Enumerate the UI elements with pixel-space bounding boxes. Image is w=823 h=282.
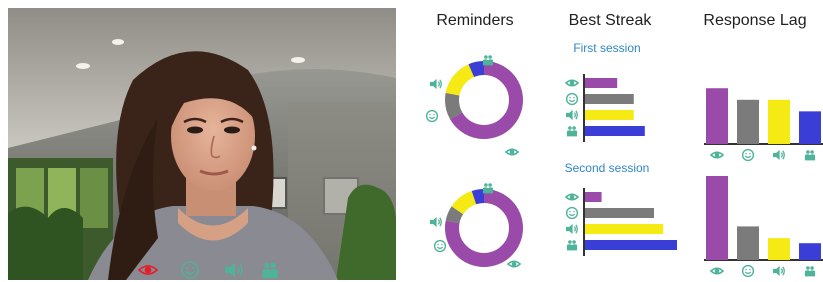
overlay-icons-svg [137, 261, 278, 279]
bar-group [585, 240, 677, 250]
speaker-icon [225, 262, 243, 278]
best-streak-first-bars [564, 74, 645, 142]
eye-icon [506, 260, 522, 268]
eye-icon [137, 265, 159, 275]
group-icon [566, 240, 578, 251]
response-lag-first-chart [698, 72, 823, 164]
bar-smile [585, 208, 654, 218]
response-lag-first-bars [704, 88, 823, 162]
reminders-title: Reminders [436, 12, 514, 29]
bar-eye [585, 78, 618, 88]
speaker-icon [773, 265, 785, 277]
group-icon [566, 126, 578, 137]
eye-icon [709, 151, 725, 159]
eye-icon [564, 193, 580, 201]
smile-icon [425, 109, 439, 123]
speaker-icon [430, 78, 442, 90]
smile-icon [181, 261, 199, 279]
eye-icon [564, 79, 580, 87]
group-icon [804, 150, 816, 161]
response-lag-second-bars [704, 176, 823, 278]
best-streak-second-bars [564, 188, 677, 256]
smile-icon [433, 239, 447, 253]
dashboard: Reminders Best Streak Response Lag First… [400, 0, 823, 282]
video-feed [8, 8, 396, 280]
bar-eye [585, 192, 602, 202]
video-overlay-icons [8, 256, 396, 280]
smile-icon [741, 264, 755, 278]
eye-icon [709, 267, 725, 275]
response-lag-second-chart [698, 172, 823, 278]
speaker-icon [430, 216, 442, 228]
reminders-second-chart [418, 178, 528, 278]
smile-icon [565, 92, 579, 106]
bar-smile [737, 99, 759, 144]
speaker-icon [566, 109, 578, 121]
smile-icon [741, 148, 755, 162]
bar-speaker [768, 238, 790, 260]
bar-eye [706, 88, 728, 144]
second-session-label: Second session [564, 161, 650, 175]
speaker-icon [773, 149, 785, 161]
best-streak-second-chart [560, 186, 680, 258]
group-icon [262, 262, 278, 279]
bar-eye [706, 176, 728, 260]
eye-icon [504, 148, 520, 156]
video-scene [8, 8, 396, 280]
bar-speaker [768, 99, 790, 144]
best-streak-title: Best Streak [568, 12, 652, 29]
reminders-first-chart [418, 50, 528, 160]
speaker-icon [566, 223, 578, 235]
best-streak-first-chart [560, 72, 680, 144]
bar-group [585, 126, 645, 136]
bar-smile [737, 226, 759, 260]
bar-group [799, 243, 821, 260]
group-icon [482, 183, 494, 194]
group-icon [804, 266, 816, 277]
smile-icon [565, 206, 579, 220]
bar-speaker [585, 110, 634, 120]
reminders-first-donut [425, 55, 523, 156]
bar-speaker [585, 224, 664, 234]
group-icon [482, 55, 494, 66]
response-lag-title: Response Lag [703, 12, 807, 29]
bar-smile [585, 94, 634, 104]
bar-group [799, 111, 821, 144]
first-session-label: First session [573, 41, 641, 55]
reminders-second-donut [430, 183, 523, 268]
